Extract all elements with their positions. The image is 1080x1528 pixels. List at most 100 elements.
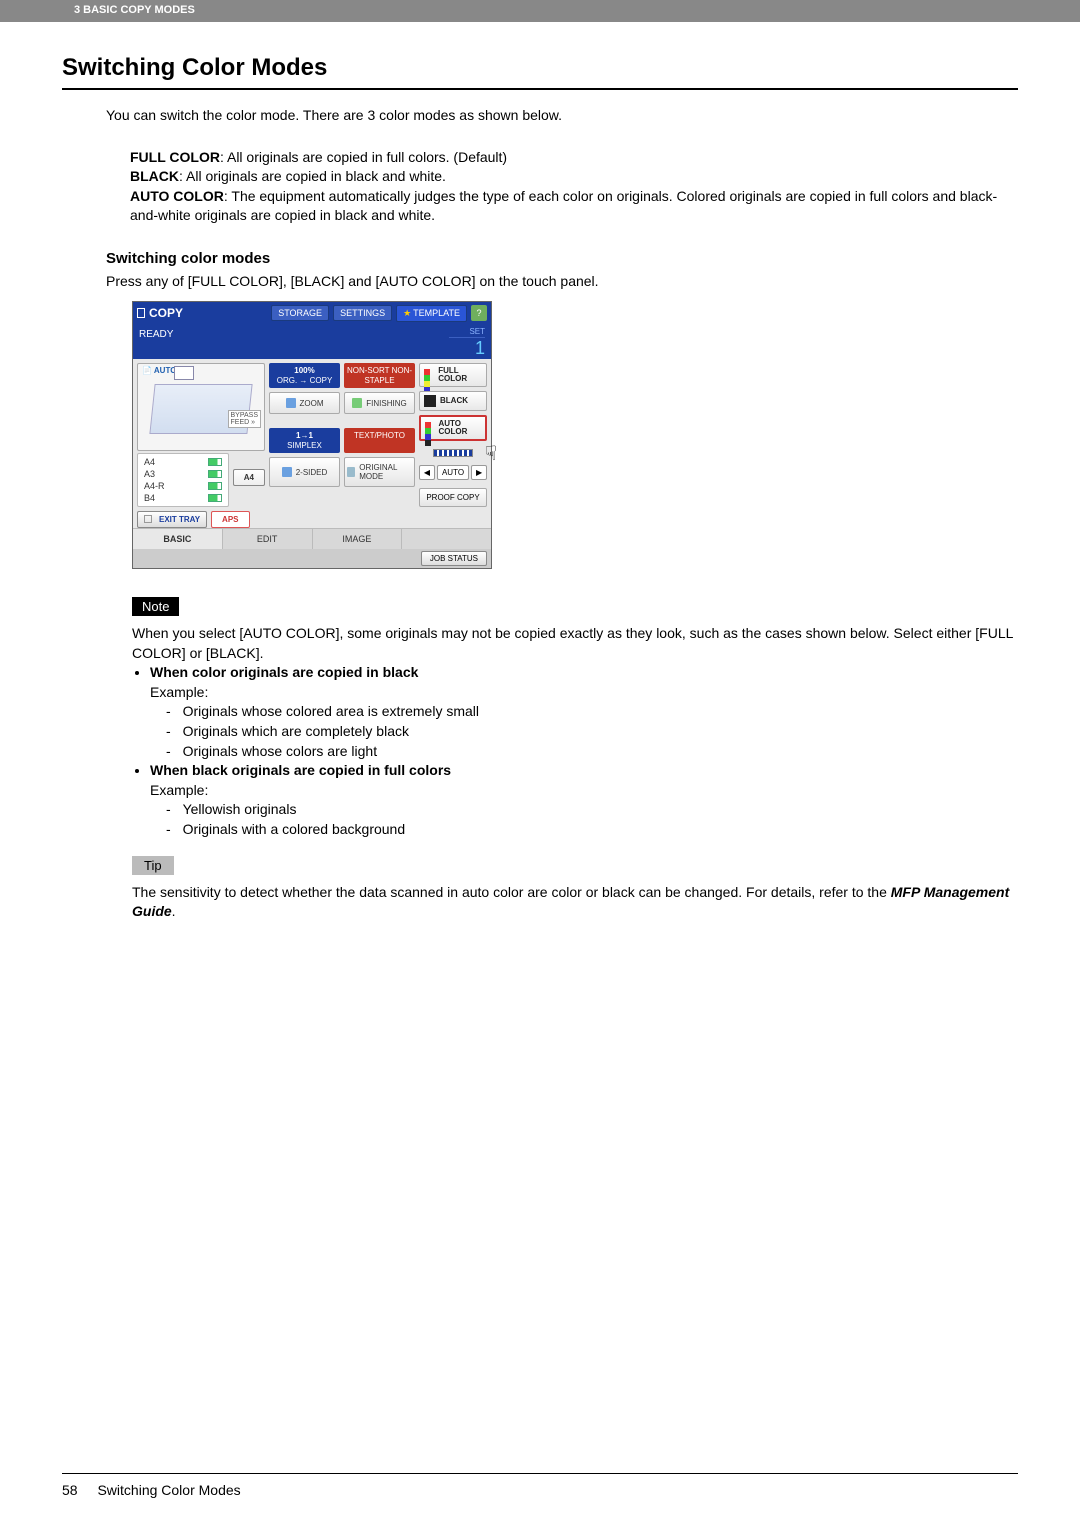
image-tab: IMAGE [313,529,403,549]
tray-row: B4 [138,492,228,504]
note-b2-item: Originals with a colored background [166,820,1018,840]
exit-tray-label: EXIT TRAY [159,515,200,524]
sub-desc: Press any of [FULL COLOR], [BLACK] and [… [106,273,1018,289]
copy-count: 1 [475,338,485,358]
ready-label: READY [139,327,173,340]
exit-tray-button: EXIT TRAY [137,511,207,528]
original-mode-button: ORIGINAL MODE [344,457,415,487]
intro-text: You can switch the color mode. There are… [106,106,1018,126]
tray-label: A4-R [144,481,165,491]
bypass-feed-button: BYPASSFEED » [228,410,262,428]
footer-title: Switching Color Modes [97,1482,240,1498]
auto-color-swatch-icon [425,422,435,434]
blank-tab [402,529,491,549]
finishing-button: FINISHING [344,392,415,414]
black-swatch-icon [424,395,436,407]
panel-body: 📄 AUTO BYPASSFEED » A4 A3 A4-R B4 [133,359,491,528]
tray-list: A4 A3 A4-R B4 [137,453,229,507]
storage-button: STORAGE [271,305,329,321]
edit-tab: EDIT [223,529,313,549]
density-right-button: ▶ [471,465,487,480]
note-bullet-1: When color originals are copied in black… [150,663,1018,761]
density-left-button: ◀ [419,465,435,480]
cursor-hand-icon: ☟ [485,441,497,466]
full-color-btn-label: FULL COLOR [438,367,482,383]
note-b2-title: When black originals are copied in full … [150,762,451,778]
simplex-label: SIMPLEX [271,441,338,451]
auto-color-label: AUTO COLOR [130,188,224,204]
basic-tab: BASIC [133,529,223,549]
footer-line [62,1473,1018,1474]
title-underline [62,88,1018,90]
aps-button: APS [211,511,249,528]
zoom-org-copy: ORG. → COPY [271,376,338,386]
tip-end: . [172,903,176,919]
page-icon [174,366,194,380]
panel-top-bar: COPY STORAGE SETTINGS ★TEMPLATE ? [133,302,491,325]
tray-row: A4-R [138,480,228,492]
zoom-icon [286,398,296,408]
zoom-label: ZOOM [300,399,324,408]
twosided-icon [282,467,292,477]
touch-panel-image: COPY STORAGE SETTINGS ★TEMPLATE ? READY … [132,301,1018,569]
page-title: Switching Color Modes [62,54,1018,82]
black-label: BLACK [130,168,179,184]
copy-title: COPY [137,306,183,320]
zoom-ratio-box: 100%ORG. → COPY [269,363,340,388]
footer: 58 Switching Color Modes [62,1482,241,1498]
document-icon [137,308,145,318]
settings-button: SETTINGS [333,305,392,321]
original-mode-icon [347,467,355,477]
copy-label: COPY [149,306,183,320]
tray-label: A3 [144,469,155,479]
simplex-box: 1→1SIMPLEX [269,428,340,453]
chapter-text: 3 BASIC COPY MODES [74,4,195,16]
finishing-icon [352,398,362,408]
star-icon: ★ [403,308,411,318]
sub-heading: Switching color modes [106,250,1018,267]
tray-label: A4 [144,457,155,467]
mode-descriptions: FULL COLOR: All originals are copied in … [130,148,1018,226]
note-lead: When you select [AUTO COLOR], some origi… [132,624,1018,663]
textphoto-box: TEXT/PHOTO [344,428,415,453]
panel-status-bar: READY SET 1 [133,325,491,359]
nonsort-box: NON-SORT NON-STAPLE [344,363,415,388]
template-label: TEMPLATE [413,308,460,318]
black-text: : All originals are copied in black and … [179,168,446,184]
tip-label: Tip [132,856,174,875]
template-button: ★TEMPLATE [396,305,467,322]
mode-full-color: FULL COLOR: All originals are copied in … [130,148,1018,168]
set-block: SET 1 [449,327,485,357]
note-b1-example: Example: [150,684,208,700]
note-b1-title: When color originals are copied in black [150,664,418,680]
a4-button: A4 [233,469,265,486]
chapter-header: 3 BASIC COPY MODES [0,0,1080,22]
paper-gauge-icon [208,494,222,502]
note-b2-item: Yellowish originals [166,800,1018,820]
job-status-button: JOB STATUS [421,551,487,566]
mode-auto-color: AUTO COLOR: The equipment automatically … [130,187,1018,226]
auto-color-text: : The equipment automatically judges the… [130,188,997,224]
paper-gauge-icon [208,458,222,466]
full-color-swatch-icon [424,369,434,381]
original-mode-label: ORIGINAL MODE [359,463,412,481]
page-number: 58 [62,1482,78,1498]
help-button: ? [471,305,487,321]
note-b1-item: Originals which are completely black [166,722,1018,742]
tray-row: A4 [138,456,228,468]
mode-black: BLACK: All originals are copied in black… [130,167,1018,187]
tray-label: B4 [144,493,155,503]
paper-preview: 📄 AUTO BYPASSFEED » [137,363,265,451]
zoom-ratio: 100% [271,366,338,376]
note-b2-example: Example: [150,782,208,798]
preview-column: 📄 AUTO BYPASSFEED » A4 A3 A4-R B4 [137,363,265,528]
touch-panel: COPY STORAGE SETTINGS ★TEMPLATE ? READY … [132,301,492,569]
tip-body: The sensitivity to detect whether the da… [132,883,1018,922]
set-label: SET [449,327,485,338]
middle-column: 100%ORG. → COPY NON-SORT NON-STAPLE ZOOM… [269,363,415,528]
finishing-label: FINISHING [366,399,406,408]
note-b1-item: Originals whose colored area is extremel… [166,702,1018,722]
zoom-button: ZOOM [269,392,340,414]
note-body: When you select [AUTO COLOR], some origi… [132,624,1018,840]
full-color-text: : All originals are copied in full color… [220,149,507,165]
